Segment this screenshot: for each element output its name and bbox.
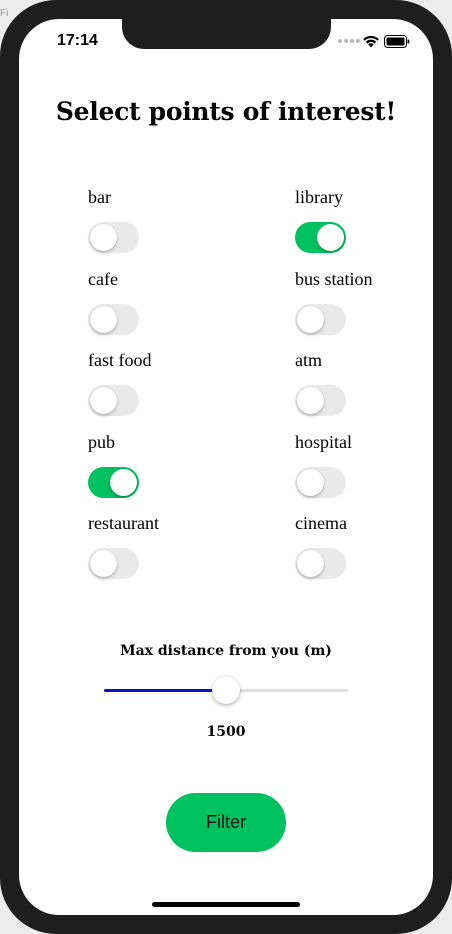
home-indicator — [152, 902, 300, 907]
app-screen — [19, 19, 433, 915]
poi-label-cinema: cinema — [295, 513, 347, 533]
toggle-cafe[interactable] — [88, 303, 139, 335]
poi-label-hospital: hospital — [295, 431, 352, 452]
battery-icon — [384, 35, 410, 48]
toggle-knob — [90, 224, 117, 251]
poi-label-library: library — [295, 187, 343, 207]
distance-slider-thumb[interactable] — [212, 676, 240, 704]
toggle-bar[interactable] — [88, 222, 139, 253]
background-window-fragment: Fi — [0, 8, 9, 19]
wifi-icon — [363, 35, 379, 48]
toggle-cinema[interactable] — [295, 548, 346, 579]
poi-label-bar: bar — [88, 187, 111, 207]
poi-label-cafe: cafe — [88, 268, 118, 289]
filter-button[interactable]: Filter — [166, 793, 286, 852]
toggle-knob — [297, 387, 324, 414]
toggle-bus-station[interactable] — [295, 303, 346, 335]
poi-label-atm: atm — [295, 350, 322, 370]
distance-label: Max distance from you (m) — [120, 643, 332, 659]
toggle-knob — [297, 550, 324, 577]
toggle-library[interactable] — [295, 222, 346, 253]
toggle-knob — [110, 468, 137, 496]
toggle-knob — [317, 224, 344, 251]
toggle-atm[interactable] — [295, 385, 346, 416]
toggle-knob — [90, 387, 117, 414]
toggle-knob — [297, 468, 324, 496]
page-title: Select points of interest! — [55, 97, 397, 126]
distance-value: 1500 — [206, 724, 246, 740]
status-time: 17:14 — [57, 32, 98, 49]
toggle-knob — [297, 305, 324, 333]
toggle-hospital[interactable] — [295, 466, 346, 498]
toggle-fast-food[interactable] — [88, 385, 139, 416]
poi-label-restaurant: restaurant — [88, 513, 159, 533]
notch — [122, 19, 331, 49]
poi-label-bus-station: bus station — [295, 268, 373, 289]
stage: Fi 17:14 Select points of interest! bar c… — [0, 0, 452, 934]
toggle-pub[interactable] — [88, 466, 139, 498]
cellular-signal-icon — [338, 39, 360, 43]
poi-label-fast-food: fast food — [88, 350, 152, 370]
toggle-knob — [90, 550, 117, 577]
poi-label-pub: pub — [88, 431, 115, 452]
toggle-knob — [90, 305, 117, 333]
distance-slider-fill — [104, 689, 226, 692]
toggle-restaurant[interactable] — [88, 548, 139, 579]
status-icons — [338, 34, 416, 50]
